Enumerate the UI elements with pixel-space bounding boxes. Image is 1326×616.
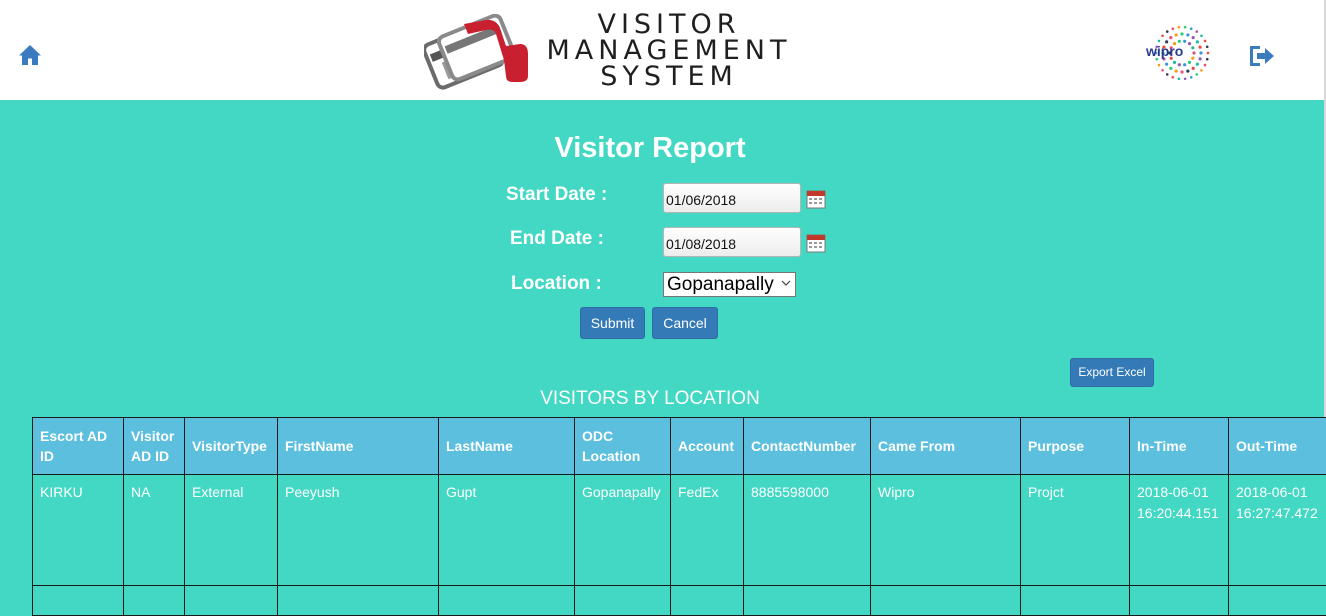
wipro-logo-dot	[1192, 67, 1195, 70]
wipro-logo-dot	[1188, 42, 1191, 45]
wipro-logo-dot	[1186, 69, 1189, 72]
column-header: Purpose	[1021, 418, 1130, 475]
column-header: ContactNumber	[744, 418, 871, 475]
table-header-row: Escort AD ID Visitor AD ID VisitorType F…	[33, 418, 1326, 475]
wipro-logo-dot	[1169, 36, 1172, 39]
visitor-report-table: Escort AD ID Visitor AD ID VisitorType F…	[32, 417, 1326, 616]
location-selected-value: Gopanapally	[667, 274, 774, 295]
table-cell: 2018-06-01 16:27:47.472	[1229, 475, 1326, 586]
table-cell: Gopanapally	[575, 475, 671, 586]
wipro-logo-dot	[1178, 78, 1181, 81]
table-cell: Gupt	[439, 475, 575, 586]
export-excel-button[interactable]: Export Excel	[1070, 358, 1154, 387]
table-cell: NA	[124, 475, 185, 586]
wipro-logo-dot	[1158, 64, 1161, 67]
location-select[interactable]: Gopanapally	[663, 272, 796, 297]
column-header: LastName	[439, 418, 575, 475]
wipro-logo-dot	[1180, 70, 1183, 73]
table-row	[33, 586, 1326, 616]
wipro-logo-dot	[1183, 63, 1186, 66]
wipro-logo-dot	[1178, 26, 1181, 29]
logo-title: VISITOR MANAGEMENT SYSTEM	[544, 12, 794, 90]
wipro-logo-dot	[1166, 73, 1169, 76]
chevron-down-icon	[781, 278, 791, 288]
wipro-logo-dot	[1184, 78, 1187, 81]
column-header: Out-Time	[1229, 418, 1326, 475]
start-date-label: Start Date :	[506, 184, 607, 206]
column-header: In-Time	[1130, 418, 1229, 475]
location-label: Location :	[511, 273, 602, 295]
wipro-logo-dot	[1158, 40, 1161, 43]
calendar-icon[interactable]	[806, 233, 826, 253]
wipro-logo-dot	[1175, 69, 1178, 72]
start-date-input[interactable]: 01/06/2018	[663, 183, 801, 213]
column-header: FirstName	[278, 418, 439, 475]
end-date-input[interactable]: 01/08/2018	[663, 227, 801, 257]
wipro-logo-dot	[1178, 63, 1181, 66]
wipro-logo-dot	[1184, 26, 1187, 29]
cancel-button[interactable]: Cancel	[652, 307, 718, 339]
wipro-logo-dot	[1165, 63, 1168, 66]
end-date-label: End Date :	[510, 228, 604, 250]
column-header: Visitor AD ID	[124, 418, 185, 475]
column-header: VisitorType	[185, 418, 278, 475]
wipro-logo-dot	[1180, 32, 1183, 35]
visitor-management-system-logo: VISITOR MANAGEMENT SYSTEM	[420, 8, 800, 94]
wipro-logo-dot	[1192, 36, 1195, 39]
wipro-logo-dot	[1199, 51, 1202, 54]
logout-icon[interactable]	[1247, 44, 1275, 68]
wipro-logo-dot	[1192, 51, 1195, 54]
table-cell: 8885598000	[744, 475, 871, 586]
table-cell: Projct	[1021, 475, 1130, 586]
logo-line-3: SYSTEM	[544, 64, 794, 90]
wipro-logo-dot	[1169, 67, 1172, 70]
table-cell: Peeyush	[278, 475, 439, 586]
column-header: Account	[671, 418, 744, 475]
table-cell: KIRKU	[33, 475, 124, 586]
table-cell: 2018-06-01 16:20:44.151	[1130, 475, 1229, 586]
wipro-logo-dot	[1188, 61, 1191, 64]
page-title: Visitor Report	[500, 132, 800, 165]
table-cell: FedEx	[671, 475, 744, 586]
wipro-logo-dot	[1195, 73, 1198, 76]
wipro-logo-dot	[1186, 33, 1189, 36]
calendar-icon[interactable]	[806, 189, 826, 209]
wipro-logo-dot	[1190, 76, 1193, 79]
wipro-logo-dot	[1196, 40, 1199, 43]
wipro-logo-dot	[1191, 46, 1194, 49]
wipro-logo-dot	[1173, 61, 1176, 64]
submit-button[interactable]: Submit	[580, 307, 645, 339]
column-header: ODC Location	[575, 418, 671, 475]
wipro-logo-dot	[1206, 45, 1209, 48]
section-title: VISITORS BY LOCATION	[460, 388, 840, 410]
table-row: KIRKU NA External Peeyush Gupt Gopanapal…	[33, 475, 1326, 586]
wipro-logo-dot	[1161, 34, 1164, 37]
column-header: Escort AD ID	[33, 418, 124, 475]
id-cards-logo-icon	[424, 14, 534, 94]
wipro-logo-dot	[1171, 76, 1174, 79]
wipro-logo-dot	[1198, 46, 1201, 49]
wipro-logo-dot	[1191, 57, 1194, 60]
wipro-logo-dot	[1207, 52, 1210, 55]
wipro-logo-dot	[1166, 30, 1169, 33]
wipro-logo-dot	[1171, 27, 1174, 30]
wipro-logo-dot	[1200, 69, 1203, 72]
wipro-logo-dot	[1161, 69, 1164, 72]
wipro-logo-dot	[1190, 27, 1193, 30]
table-cell: Wipro	[871, 475, 1021, 586]
wipro-logo-dot	[1206, 58, 1209, 61]
wipro-logo-dot	[1196, 63, 1199, 66]
wipro-logo-dot	[1200, 34, 1203, 37]
column-header: Came From	[871, 418, 1021, 475]
wipro-logo-text: wipro	[1146, 43, 1183, 59]
wipro-logo-dot	[1183, 40, 1186, 43]
wipro-logo-dot	[1175, 33, 1178, 36]
wipro-logo-dot	[1198, 57, 1201, 60]
home-icon[interactable]	[18, 43, 42, 67]
wipro-logo-dot	[1204, 64, 1207, 67]
wipro-logo-dot	[1204, 40, 1207, 43]
table-cell: External	[185, 475, 278, 586]
wipro-logo-dot	[1195, 30, 1198, 33]
